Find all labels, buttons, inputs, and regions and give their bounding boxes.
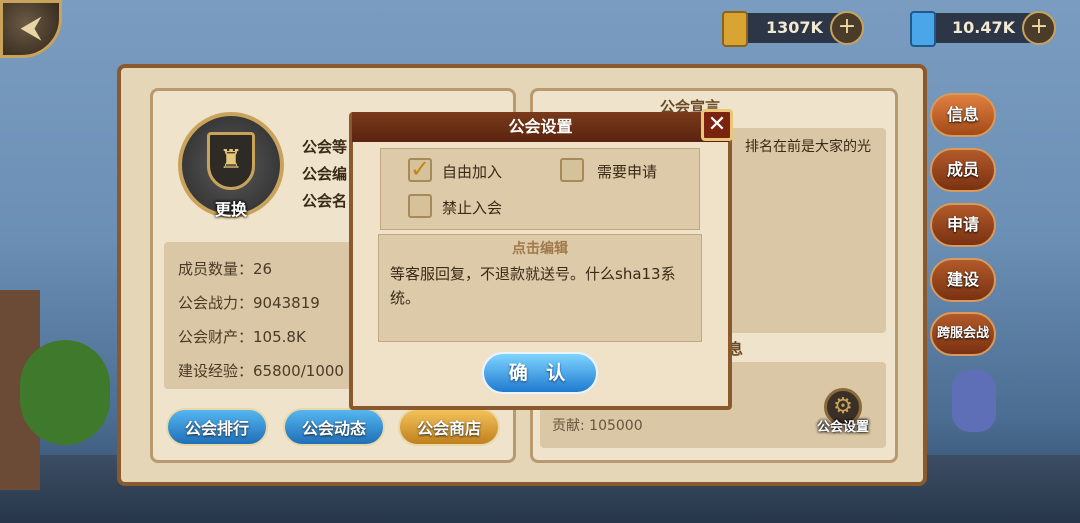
back-arrow-icon: ⮜ (20, 10, 42, 45)
no-join-checkbox[interactable] (408, 194, 432, 218)
bush (20, 340, 110, 445)
guild-name-label: 公会名 (302, 192, 348, 210)
tab-applications[interactable]: 申请 (930, 203, 996, 247)
guild-news-button[interactable]: 公会动态 (283, 408, 385, 446)
guild-assets: 公会财产：105.8K (178, 328, 306, 346)
crystal-card-icon (910, 11, 936, 47)
dialog-title: 公会设置 (508, 117, 573, 136)
add-gem-button[interactable]: + (1022, 11, 1056, 45)
gold-resource: 1307K + (722, 11, 864, 47)
close-button[interactable]: ✕ (701, 109, 733, 141)
gold-bar-icon (722, 11, 748, 47)
contribution-text: 贡献: 105000 (552, 418, 643, 434)
gem-resource: 10.47K + (910, 11, 1056, 47)
confirm-button[interactable]: 确 认 (482, 352, 598, 394)
edit-hint: 点击编辑 (512, 241, 568, 257)
free-join-label[interactable]: 自由加入 (442, 161, 502, 182)
require-application-label[interactable]: 需要申请 (597, 161, 657, 182)
guild-rank-button[interactable]: 公会排行 (166, 408, 268, 446)
declaration-text[interactable]: 等客服回复，不退款就送号。什么sha13系统。 (390, 262, 690, 310)
change-emblem-label[interactable]: 更换 (198, 199, 264, 221)
announcement-text: 排名在前是大家的光 (745, 139, 871, 155)
character-sprite (952, 370, 996, 432)
add-gold-button[interactable]: + (830, 11, 864, 45)
construction-exp: 建设经验：65800/1000 (178, 362, 344, 380)
tab-cross-server-war[interactable]: 跨服会战 (930, 312, 996, 356)
free-join-checkbox[interactable]: ✓ (408, 157, 432, 182)
member-count: 成员数量：26 (178, 260, 273, 278)
guild-shop-button[interactable]: 公会商店 (398, 408, 500, 446)
guild-level-label: 公会等 (302, 138, 348, 156)
tab-info[interactable]: 信息 (930, 93, 996, 137)
close-icon: ✕ (707, 112, 727, 137)
tab-construction[interactable]: 建设 (930, 258, 996, 302)
tab-members[interactable]: 成员 (930, 148, 996, 192)
gem-value: 10.47K (952, 18, 1016, 37)
guild-id-label: 公会编 (302, 165, 348, 183)
guild-power: 公会战力：9043819 (178, 294, 320, 312)
gold-value: 1307K (766, 18, 823, 37)
no-join-label[interactable]: 禁止入会 (442, 197, 502, 218)
shield-icon: ♜ (207, 132, 255, 190)
guild-settings-button[interactable]: 公会设置 (808, 416, 878, 435)
require-application-checkbox[interactable] (560, 158, 584, 182)
